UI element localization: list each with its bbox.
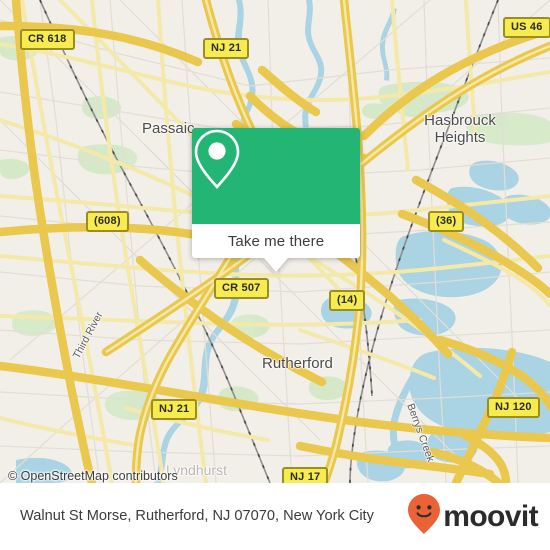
map-canvas[interactable]: Passaic Hasbrouck Heights Rutherford Lyn… xyxy=(0,0,550,483)
road-shield-nj-21-south[interactable]: NJ 21 xyxy=(151,399,198,420)
take-me-there-button[interactable]: Take me there xyxy=(228,233,324,250)
place-label-hasbrouck-heights: Hasbrouck Heights xyxy=(424,112,496,146)
place-label-passaic: Passaic xyxy=(142,120,195,137)
road-shield-us-46[interactable]: US 46 xyxy=(503,17,550,38)
moovit-logo[interactable]: moovit xyxy=(407,493,539,540)
location-address: Walnut St Morse, Rutherford, NJ 07070, N… xyxy=(20,508,374,524)
moovit-map-screenshot: Passaic Hasbrouck Heights Rutherford Lyn… xyxy=(0,0,550,550)
popup-pointer-tail xyxy=(264,258,288,272)
osm-attribution[interactable]: © OpenStreetMap contributors xyxy=(8,469,178,483)
footer-bar: Walnut St Morse, Rutherford, NJ 07070, N… xyxy=(0,483,550,550)
road-shield-14[interactable]: (14) xyxy=(329,290,366,311)
moovit-wordmark: moovit xyxy=(443,499,538,533)
popup-cta-row[interactable]: Take me there xyxy=(192,224,360,258)
road-shield-cr-618[interactable]: CR 618 xyxy=(20,29,75,50)
road-shield-cr-507[interactable]: CR 507 xyxy=(214,278,269,299)
road-shield-36[interactable]: (36) xyxy=(428,211,465,232)
destination-popup[interactable]: Take me there xyxy=(192,128,360,272)
road-shield-nj-17[interactable]: NJ 17 xyxy=(282,467,329,483)
moovit-pin-smiley-icon xyxy=(407,493,441,540)
road-shield-nj-21-north[interactable]: NJ 21 xyxy=(203,38,250,59)
road-shield-608[interactable]: (608) xyxy=(86,211,129,232)
road-shield-nj-120[interactable]: NJ 120 xyxy=(487,397,540,418)
place-label-rutherford: Rutherford xyxy=(262,355,333,372)
popup-header xyxy=(192,128,360,224)
